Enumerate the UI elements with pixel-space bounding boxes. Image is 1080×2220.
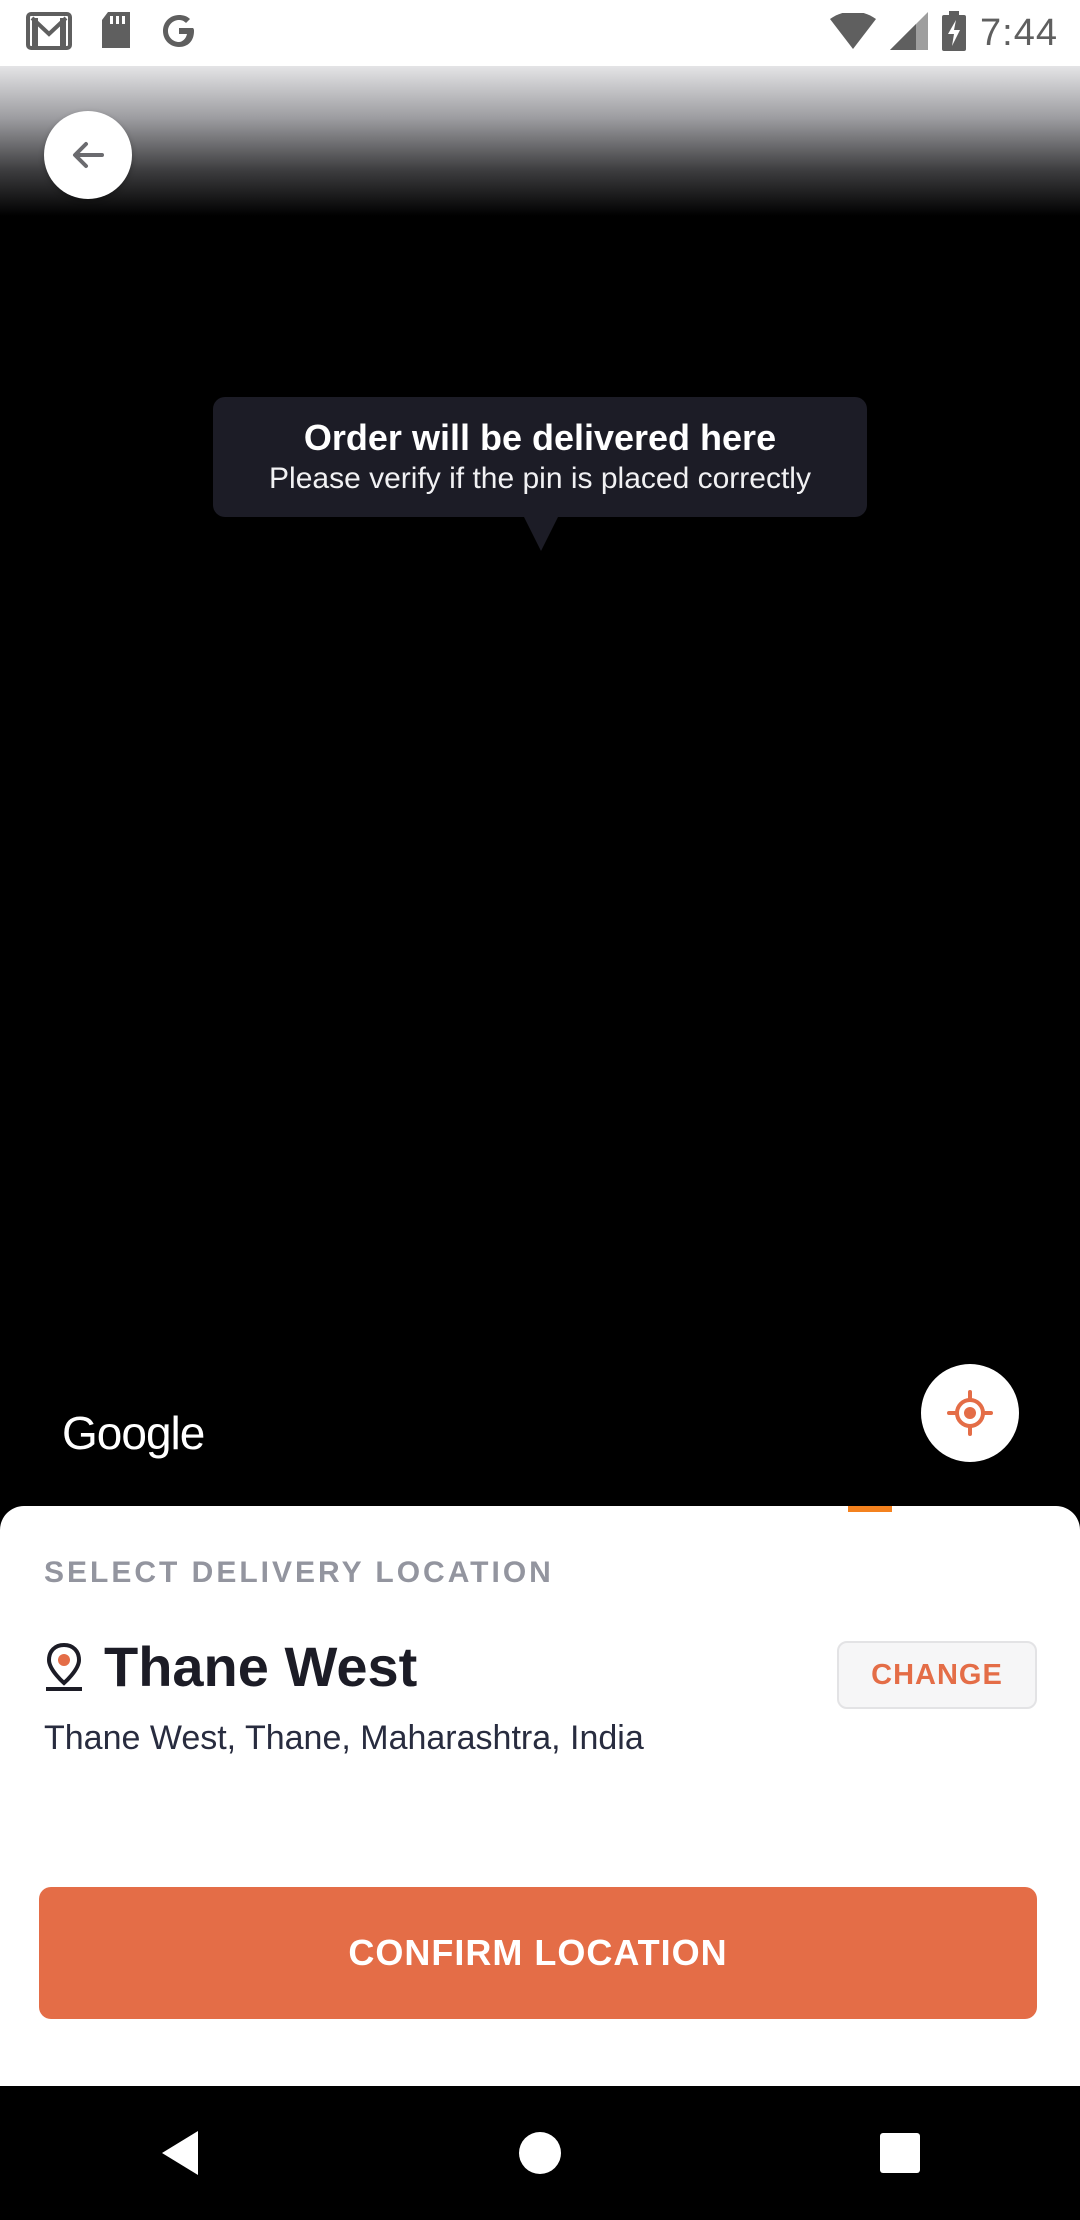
tooltip-pointer [523, 515, 559, 551]
nav-recents-button[interactable] [820, 2093, 980, 2213]
google-icon [160, 12, 198, 55]
sheet-label: SELECT DELIVERY LOCATION [44, 1556, 554, 1589]
location-title: Thane West [104, 1635, 418, 1698]
my-location-button[interactable] [921, 1364, 1019, 1462]
delivery-location-sheet: SELECT DELIVERY LOCATION Thane West Than… [0, 1506, 1080, 2086]
crosshair-icon [947, 1390, 993, 1436]
nav-back-button[interactable] [100, 2093, 260, 2213]
status-right-icons: 7:44 [830, 10, 1080, 56]
location-row: Thane West [44, 1634, 417, 1699]
google-attribution-logo: Google [62, 1407, 205, 1459]
location-pin-icon [46, 1642, 82, 1691]
confirm-location-button[interactable]: CONFIRM LOCATION [39, 1887, 1037, 2019]
system-nav-bar [0, 2086, 1080, 2220]
status-left-icons [0, 11, 198, 55]
tooltip-title: Order will be delivered here [303, 417, 777, 458]
wifi-icon [830, 11, 877, 54]
location-address: Thane West, Thane, Maharashtra, India [44, 1719, 644, 1757]
delivery-pin-tooltip: Order will be delivered here Please veri… [213, 397, 867, 517]
map-top-gradient [0, 66, 1080, 216]
sheet-accent-bar [848, 1506, 892, 1512]
change-location-button[interactable]: CHANGE [837, 1641, 1037, 1709]
circle-home-icon [519, 2132, 561, 2174]
gmail-icon [26, 11, 72, 55]
status-time: 7:44 [980, 11, 1058, 54]
tooltip-subtitle: Please verify if the pin is placed corre… [269, 462, 811, 495]
triangle-back-icon [162, 2131, 198, 2175]
battery-charging-icon [942, 10, 967, 56]
back-button[interactable] [44, 111, 132, 199]
arrow-left-icon [73, 142, 104, 168]
map-view[interactable]: Order will be delivered here Please veri… [0, 66, 1080, 1506]
cellular-icon [890, 11, 929, 55]
square-recents-icon [880, 2133, 920, 2173]
nav-home-button[interactable] [460, 2093, 620, 2213]
status-bar: 7:44 [0, 0, 1080, 66]
sd-card-icon [100, 11, 132, 55]
